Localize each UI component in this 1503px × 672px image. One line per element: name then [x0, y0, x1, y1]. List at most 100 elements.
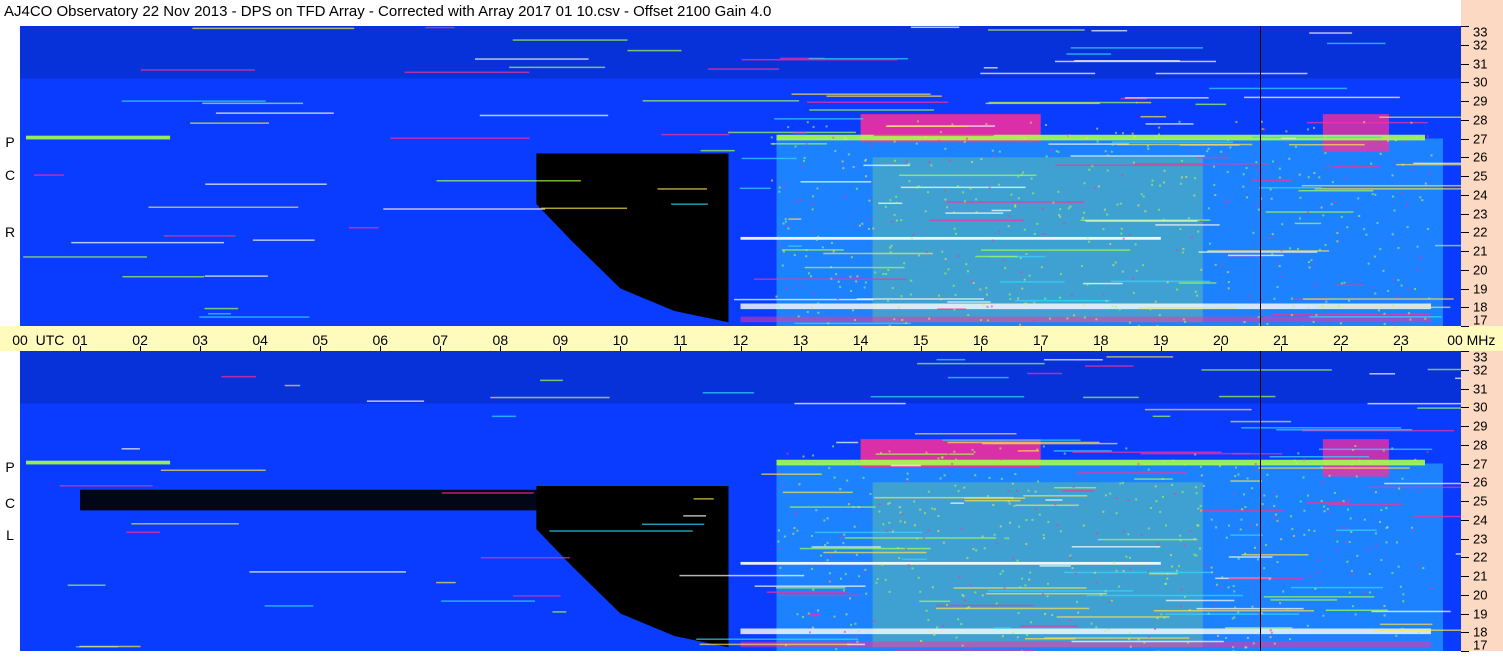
- speckle: [1147, 147, 1150, 150]
- speckle: [1295, 462, 1298, 465]
- speckle: [1271, 233, 1274, 236]
- speckle: [1391, 233, 1394, 236]
- freq-tick-mark: [1461, 44, 1469, 46]
- freq-tick-mark: [1461, 326, 1469, 327]
- speckle: [1103, 208, 1106, 211]
- speckle: [1111, 305, 1114, 308]
- interference-line: [950, 502, 964, 504]
- speckle: [975, 211, 978, 214]
- speckle: [852, 309, 855, 312]
- speckle: [999, 525, 1002, 528]
- interference-line: [490, 396, 610, 399]
- speckle: [1197, 524, 1200, 527]
- speckle: [782, 184, 785, 187]
- speckle: [1347, 508, 1350, 511]
- speckle: [1086, 236, 1089, 239]
- speckle: [944, 258, 947, 261]
- interference-line: [878, 202, 903, 205]
- speckle: [1278, 167, 1281, 170]
- speckle: [833, 476, 836, 479]
- speckle: [981, 594, 984, 597]
- interference-line: [1317, 306, 1451, 309]
- freq-tick-mark: [1461, 176, 1469, 177]
- interference-line: [1335, 529, 1377, 532]
- speckle: [1351, 463, 1354, 466]
- speckle: [1354, 613, 1357, 616]
- speckle: [826, 517, 829, 520]
- interference-line: [761, 473, 822, 475]
- speckle: [821, 246, 824, 249]
- interference-line: [1435, 244, 1461, 247]
- speckle: [839, 488, 842, 491]
- speckle: [1163, 181, 1166, 184]
- speckle: [845, 613, 848, 616]
- speckle: [823, 519, 826, 522]
- speckle: [884, 272, 887, 275]
- speckle: [833, 615, 836, 618]
- speckle: [1132, 277, 1135, 280]
- interference-line: [1025, 637, 1076, 640]
- speckle: [1273, 297, 1276, 300]
- speckle: [1158, 126, 1161, 129]
- speckle: [1159, 184, 1162, 187]
- time-cursor-line-lcp: [1259, 351, 1261, 651]
- speckle: [1058, 296, 1061, 299]
- speckle: [1183, 463, 1186, 466]
- speckle: [886, 299, 889, 302]
- speckle: [997, 230, 1000, 233]
- speckle: [891, 287, 894, 290]
- interference-line: [1309, 316, 1442, 318]
- freq-tick-mark: [1461, 632, 1469, 634]
- speckle: [1114, 131, 1117, 134]
- speckle: [1137, 638, 1140, 641]
- interference-line: [788, 245, 802, 247]
- speckle: [1426, 227, 1429, 230]
- interference-line: [1155, 72, 1308, 75]
- interference-line: [679, 574, 805, 577]
- interference-line: [809, 109, 935, 111]
- speckle: [878, 510, 881, 513]
- speckle: [917, 576, 920, 579]
- interference-line: [126, 531, 160, 534]
- interference-line: [699, 643, 851, 646]
- speckle: [1142, 195, 1145, 198]
- speckle: [1057, 151, 1060, 154]
- speckle: [1183, 595, 1186, 598]
- freq-tick-label: 23: [1473, 531, 1488, 546]
- time-cursor-line-rcp: [1259, 26, 1261, 326]
- speckle: [1183, 320, 1186, 323]
- speckle: [1010, 497, 1013, 500]
- speckle: [850, 256, 853, 259]
- speckle: [1374, 193, 1377, 196]
- interference-line: [1045, 499, 1063, 501]
- speckle: [844, 194, 847, 197]
- interference-line: [1417, 407, 1461, 409]
- speckle: [1007, 500, 1010, 503]
- speckle: [1028, 274, 1031, 277]
- speckle: [1227, 287, 1230, 290]
- speckle: [1146, 145, 1149, 148]
- speckle: [953, 308, 956, 311]
- speckle: [1112, 561, 1115, 564]
- speckle: [1173, 492, 1176, 495]
- speckle: [1159, 510, 1162, 513]
- speckle: [1352, 448, 1355, 451]
- speckle: [1414, 288, 1417, 291]
- speckle: [1365, 233, 1368, 236]
- lcp-spectrogram: [20, 351, 1461, 651]
- speckle: [1270, 197, 1273, 200]
- speckle: [958, 575, 961, 578]
- interference-line: [264, 605, 314, 607]
- utc-tick-label: 00: [12, 332, 28, 348]
- speckle: [913, 524, 916, 527]
- speckle: [1395, 541, 1398, 544]
- speckle: [1261, 503, 1264, 506]
- speckle: [1214, 194, 1217, 197]
- interference-line: [991, 209, 1012, 212]
- speckle: [1109, 492, 1112, 495]
- speckle: [938, 139, 941, 142]
- speckle: [1132, 161, 1135, 164]
- speckle: [1200, 220, 1203, 223]
- interference-line: [1228, 577, 1303, 580]
- speckle: [1307, 306, 1310, 309]
